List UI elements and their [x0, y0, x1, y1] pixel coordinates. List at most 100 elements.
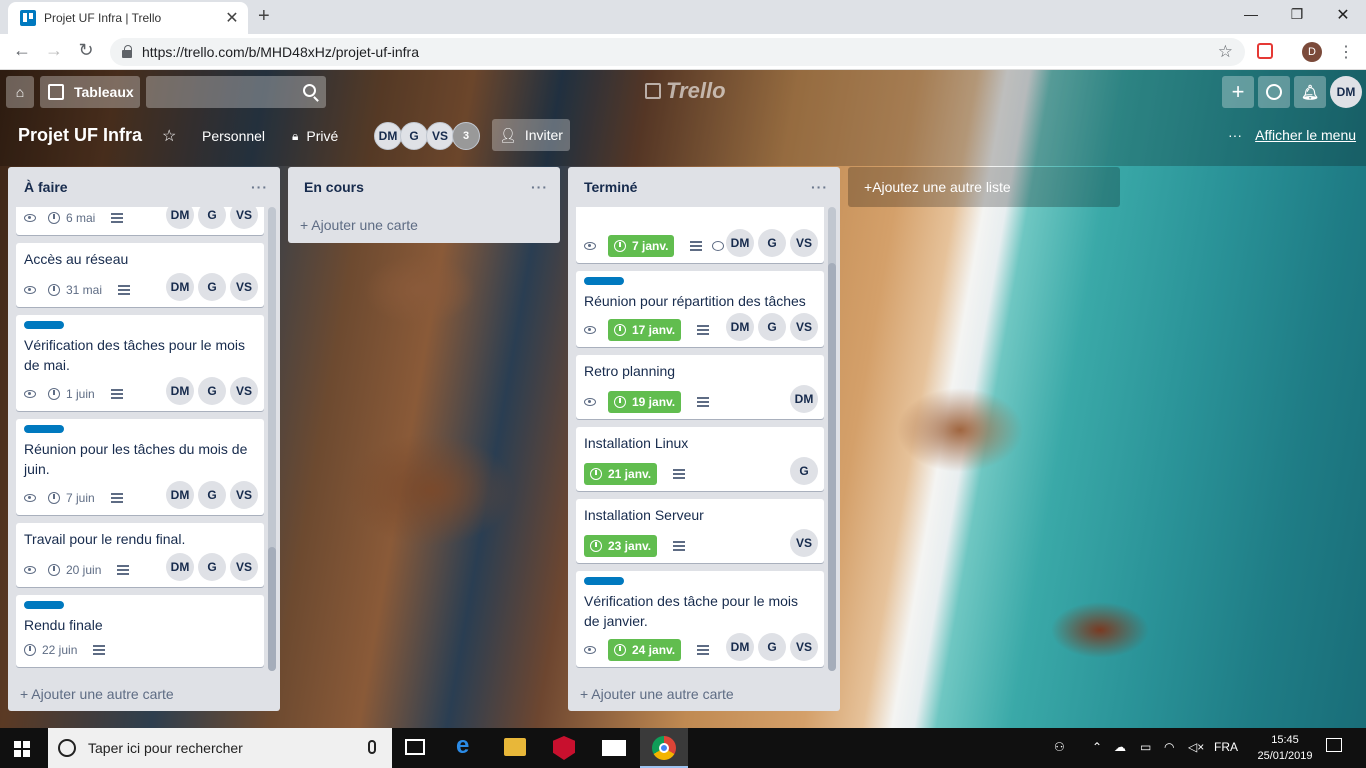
due-date-badge[interactable]: 19 janv. [608, 391, 682, 413]
member-avatar[interactable]: DM [726, 633, 754, 661]
user-avatar[interactable]: DM [1330, 76, 1362, 108]
member-avatar[interactable]: G [198, 553, 226, 581]
board-member-avatar[interactable]: DM [374, 122, 402, 150]
due-date-badge[interactable]: 22 juin [24, 643, 77, 657]
card[interactable]: Réunion pour répartition des tâches 17 ja… [576, 271, 824, 347]
scroll-thumb[interactable] [828, 263, 836, 671]
address-bar[interactable]: https://trello.com/b/MHD48xHz/projet-uf-… [110, 38, 1245, 66]
maximize-icon[interactable]: ❐ [1274, 6, 1320, 23]
chrome-menu-icon[interactable]: ⋮ [1338, 42, 1354, 62]
windows-start-icon[interactable] [14, 741, 30, 757]
info-button[interactable] [1258, 76, 1290, 108]
due-date-badge[interactable]: 1 juin [48, 387, 95, 401]
card-label[interactable] [24, 425, 64, 433]
list-title[interactable]: En cours [304, 179, 364, 195]
volume-muted-icon[interactable]: ◁× [1188, 740, 1204, 754]
list-menu-icon[interactable]: ··· [251, 179, 268, 195]
member-avatar[interactable]: DM [166, 553, 194, 581]
due-date-badge[interactable]: 24 janv. [608, 639, 682, 661]
show-menu-button[interactable]: ··· Afficher le menu [1228, 127, 1356, 143]
due-date-badge[interactable]: 6 mai [48, 211, 95, 225]
board-title[interactable]: Projet UF Infra [18, 125, 142, 146]
card-label[interactable] [584, 577, 624, 585]
scroll-thumb[interactable] [268, 547, 276, 671]
onedrive-icon[interactable]: ☁ [1114, 740, 1126, 754]
list-header[interactable]: Terminé ··· [568, 167, 840, 207]
card-label[interactable] [584, 277, 624, 285]
members-more-badge[interactable]: 3 [452, 122, 480, 150]
member-avatar[interactable]: VS [790, 313, 818, 341]
due-date-badge[interactable]: 23 janv. [584, 535, 658, 557]
edge-icon[interactable]: e [456, 732, 480, 759]
member-avatar[interactable]: VS [230, 273, 258, 301]
member-avatar[interactable]: DM [166, 377, 194, 405]
add-card-button[interactable]: + Ajouter une autre carte [20, 686, 174, 702]
star-icon[interactable]: ☆ [152, 121, 186, 151]
member-avatar[interactable]: G [790, 457, 818, 485]
visibility-button[interactable]: 🔒︎ Privé [282, 121, 348, 151]
reload-icon[interactable]: ↻ [74, 40, 98, 61]
card[interactable]: Vérification des tâche pour le mois de j… [576, 571, 824, 667]
minimize-icon[interactable]: — [1228, 6, 1274, 22]
member-avatar[interactable]: VS [790, 529, 818, 557]
member-avatar[interactable]: G [198, 481, 226, 509]
create-button[interactable]: + [1222, 76, 1254, 108]
card-label[interactable] [24, 321, 64, 329]
new-tab-icon[interactable]: + [258, 5, 270, 28]
member-avatar[interactable]: DM [166, 481, 194, 509]
search-icon[interactable] [303, 84, 316, 97]
action-center-icon[interactable] [1326, 738, 1342, 752]
member-avatar[interactable]: G [198, 207, 226, 229]
add-card-button[interactable]: + Ajouter une autre carte [580, 686, 734, 702]
list-title[interactable]: Terminé [584, 179, 637, 195]
due-date-badge[interactable]: 31 mai [48, 283, 102, 297]
close-tab-icon[interactable]: ✕ [224, 8, 240, 28]
card[interactable]: Installation Serveur 23 janv. VS [576, 499, 824, 563]
member-avatar[interactable]: VS [230, 553, 258, 581]
language-indicator[interactable]: FRA [1214, 740, 1238, 754]
wifi-icon[interactable]: ◠ [1164, 740, 1174, 754]
trello-logo[interactable]: Trello [645, 78, 726, 104]
extension-icon[interactable] [1257, 43, 1273, 59]
bookmark-star-icon[interactable]: ☆ [1218, 42, 1233, 62]
board-member-avatar[interactable]: VS [426, 122, 454, 150]
card[interactable]: 7 janv.1DMGVS [576, 207, 824, 263]
card-label[interactable] [24, 601, 64, 609]
forward-icon[interactable]: → [42, 40, 66, 61]
profile-avatar[interactable]: D [1302, 42, 1322, 62]
card[interactable]: Rendu finale 22 juin [16, 595, 264, 667]
member-avatar[interactable]: G [198, 273, 226, 301]
member-avatar[interactable]: G [758, 229, 786, 257]
search-input[interactable] [146, 76, 326, 108]
list-title[interactable]: À faire [24, 179, 68, 195]
team-button[interactable]: Personnel [192, 121, 275, 151]
card[interactable]: 6 mai DM G VS [16, 207, 264, 235]
browser-tab[interactable]: Projet UF Infra | Trello ✕ [8, 2, 248, 34]
member-avatar[interactable]: DM [726, 313, 754, 341]
microphone-icon[interactable] [368, 740, 376, 754]
member-avatar[interactable]: VS [230, 377, 258, 405]
card[interactable]: Retro planning 19 janv. DM [576, 355, 824, 419]
boards-button[interactable]: Tableaux [40, 76, 140, 108]
card[interactable]: Installation Linux 21 janv. G [576, 427, 824, 491]
show-hidden-icons-icon[interactable]: ⌃ [1092, 740, 1102, 754]
add-card-button[interactable]: + Ajouter une carte [300, 217, 418, 233]
taskbar-search-input[interactable]: Taper ici pour rechercher [48, 728, 392, 768]
list-header[interactable]: À faire ··· [8, 167, 280, 207]
task-view-icon[interactable] [405, 739, 425, 755]
scrollbar[interactable] [828, 207, 836, 671]
member-avatar[interactable]: DM [166, 273, 194, 301]
list-header[interactable]: En cours ··· [288, 167, 560, 207]
due-date-badge[interactable]: 7 juin [48, 491, 95, 505]
member-avatar[interactable]: G [198, 377, 226, 405]
due-date-badge[interactable]: 17 janv. [608, 319, 682, 341]
card[interactable]: Accès au réseau 31 mai DM G VS [16, 243, 264, 307]
member-avatar[interactable]: DM [790, 385, 818, 413]
card[interactable]: Vérification des tâches pour le mois de … [16, 315, 264, 411]
member-avatar[interactable]: G [758, 313, 786, 341]
mcafee-icon[interactable] [553, 736, 575, 760]
invite-button[interactable]: 👤︎ Inviter [492, 119, 570, 151]
system-clock[interactable]: 15:45 25/01/2019 [1248, 732, 1322, 764]
member-avatar[interactable]: VS [790, 229, 818, 257]
add-list-button[interactable]: + Ajoutez une autre liste [848, 167, 1120, 207]
